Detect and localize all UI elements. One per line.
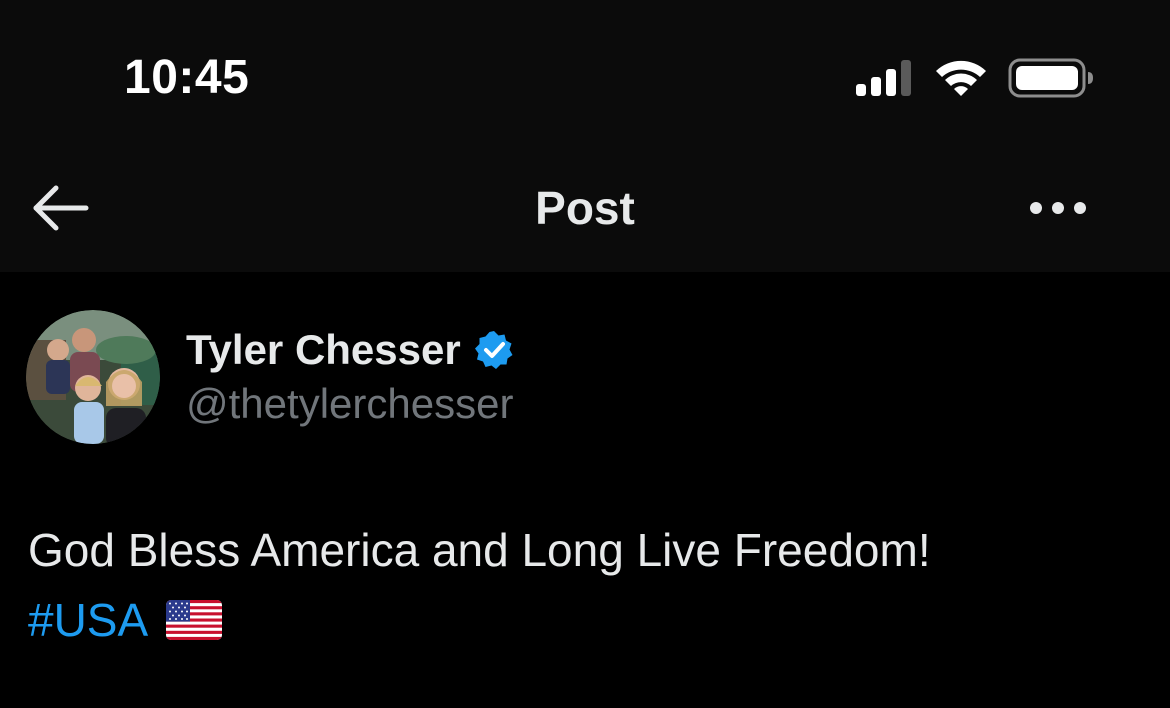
top-bar: 10:45 Post [0, 0, 1170, 272]
battery-icon [1008, 58, 1093, 98]
verified-badge-icon[interactable] [473, 329, 515, 371]
hashtag-link[interactable]: #USA [28, 592, 148, 648]
display-name[interactable]: Tyler Chesser [186, 322, 461, 378]
status-time: 10:45 [124, 51, 250, 104]
post-text: God Bless America and Long Live Freedom! [28, 524, 931, 576]
author-handle[interactable]: @thetylerchesser [186, 378, 513, 430]
avatar[interactable] [26, 310, 160, 444]
signal-icon [856, 60, 911, 96]
more-icon[interactable] [1024, 186, 1092, 230]
us-flag-emoji-icon [166, 600, 223, 640]
post-text-line-2: #USA [28, 592, 223, 648]
author-name-row[interactable]: Tyler Chesser [186, 322, 515, 378]
wifi-icon [936, 60, 986, 96]
page-title: Post [535, 182, 635, 234]
